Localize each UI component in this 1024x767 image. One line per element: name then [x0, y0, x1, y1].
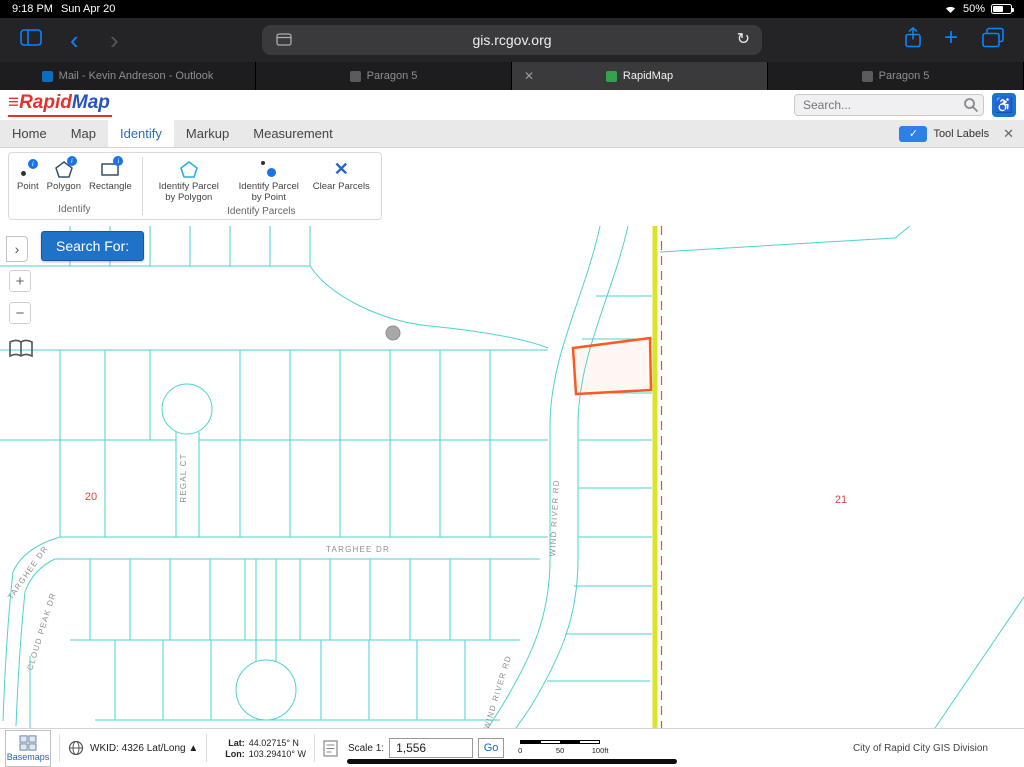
close-ribbon-icon[interactable]: ✕ — [1003, 120, 1014, 147]
tab-map[interactable]: Map — [59, 120, 108, 147]
tool-clear-parcels[interactable]: ✕ Clear Parcels — [309, 157, 374, 194]
section-label-20: 20 — [85, 491, 97, 503]
group-label-identify-parcels: Identify Parcels — [227, 205, 296, 217]
scale-bar: 0 50 100ft — [518, 737, 610, 759]
section-label-21: 21 — [835, 494, 847, 506]
tool-polygon[interactable]: i Polygon — [43, 156, 85, 194]
scale-input[interactable] — [389, 738, 474, 758]
tool-point[interactable]: i Point — [13, 157, 43, 194]
lat-value: 44.02715° N — [248, 737, 299, 748]
tab-measurement[interactable]: Measurement — [241, 120, 344, 147]
group-label-identify: Identify — [58, 204, 91, 215]
tool-identify-parcel-by-point[interactable]: Identify Parcel by Point — [229, 157, 309, 206]
rectangle-icon: i — [100, 156, 124, 179]
ribbon-group-identify-parcels: Identify Parcel by Polygon Identify Parc… — [145, 153, 378, 219]
paragon-favicon — [349, 70, 361, 82]
safari-toolbar: ‹ › gis.rcgov.org ↻ + — [0, 18, 1024, 62]
share-icon[interactable] — [904, 26, 922, 54]
polygon-icon: i — [54, 156, 77, 179]
wkid-text: WKID: 4326 Lat/Long ▲ — [90, 742, 199, 754]
forward-icon[interactable]: › — [110, 27, 119, 53]
street-label-targhee-dr: TARGHEE DR — [326, 545, 390, 554]
map-canvas[interactable]: REGAL CT TARGHEE DR TARGHEE DR CLOUD PEA… — [0, 226, 1024, 728]
panel-expand-icon[interactable]: › — [6, 236, 28, 262]
tab-home[interactable]: Home — [0, 120, 59, 147]
ipad-screen: 9:18 PM Sun Apr 20 50% ‹ › gis.rcgov.org… — [0, 0, 1024, 767]
search-for-button[interactable]: Search For: — [41, 231, 145, 261]
scale-label: Scale 1: — [347, 742, 385, 754]
tool-rectangle[interactable]: i Rectangle — [85, 156, 136, 194]
tool-labels-label: Tool Labels — [933, 127, 990, 140]
wkid-selector[interactable]: WKID: 4326 Lat/Long ▲ — [68, 740, 198, 756]
rapidmap-logo: ≡RapidMap — [8, 92, 112, 117]
tab-rapidmap[interactable]: ✕ RapidMap — [512, 62, 768, 90]
tab-paragon-2[interactable]: Paragon 5 — [768, 62, 1024, 90]
parcel-lines — [0, 226, 1024, 728]
street-label-regal-ct: REGAL CT — [179, 453, 188, 502]
attribution-text: City of Rapid City GIS Division — [852, 742, 988, 754]
home-indicator[interactable] — [347, 759, 677, 764]
reload-icon[interactable]: ↻ — [737, 29, 750, 49]
tab-paragon-1[interactable]: Paragon 5 — [256, 62, 512, 90]
lon-value: 103.29410° W — [248, 748, 306, 759]
ribbon-group-identify: i Point i Polygon i Rectangle Identify — [9, 153, 140, 219]
selected-parcel-outline[interactable] — [571, 336, 653, 396]
header-search — [794, 94, 984, 116]
tab-bar: Mail - Kevin Andreson - Outlook Paragon … — [0, 62, 1024, 90]
page-icon — [276, 33, 292, 51]
basemaps-grid-icon — [19, 734, 37, 751]
rapidmap-favicon — [605, 70, 617, 82]
status-bar: 9:18 PM Sun Apr 20 50% — [0, 0, 1024, 18]
zoom-in-button[interactable]: + — [9, 270, 31, 292]
menu-bar: Home Map Identify Markup Measurement ✓ T… — [0, 120, 1024, 148]
clock: 9:18 PM — [12, 3, 53, 15]
street-label-cloud-peak-dr: CLOUD PEAK DR — [25, 591, 57, 671]
date: Sun Apr 20 — [60, 3, 116, 15]
clear-parcels-icon: ✕ — [333, 159, 349, 179]
tab-outlook[interactable]: Mail - Kevin Andreson - Outlook — [0, 62, 256, 90]
new-tab-icon[interactable]: + — [944, 24, 958, 52]
go-button[interactable]: Go — [478, 738, 505, 758]
tool-labels-checkbox[interactable]: ✓ — [899, 126, 928, 142]
parcel-point-icon — [259, 159, 279, 179]
app-header: ≡RapidMap ♿ — [0, 90, 1024, 120]
back-icon[interactable]: ‹ — [70, 27, 79, 53]
tab-close-icon[interactable]: ✕ — [524, 69, 534, 83]
battery-icon — [991, 4, 1014, 14]
parcel-polygon-icon — [179, 159, 199, 179]
paragon-favicon — [861, 70, 873, 82]
sidebar-icon[interactable] — [20, 29, 42, 51]
tab-identify[interactable]: Identify — [107, 120, 174, 147]
url-text: gis.rcgov.org — [472, 32, 552, 48]
basemaps-button[interactable]: Basemaps — [5, 729, 51, 767]
ribbon-toolbar: i Point i Polygon i Rectangle Identify I… — [0, 148, 1024, 226]
outlook-favicon — [41, 70, 53, 82]
coordinates-readout: Lat: 44.02715° N Lon: 103.29410° W — [225, 737, 306, 759]
tabs-icon[interactable] — [982, 27, 1004, 53]
tab-markup[interactable]: Markup — [174, 120, 241, 147]
zoom-out-button[interactable]: − — [9, 302, 31, 324]
map-container[interactable]: REGAL CT TARGHEE DR TARGHEE DR CLOUD PEA… — [0, 226, 1024, 728]
search-icon[interactable] — [963, 97, 979, 118]
map-point-marker — [385, 325, 401, 341]
accessibility-icon[interactable]: ♿ — [992, 93, 1016, 117]
street-label-wind-river-rd-south: WIND RIVER RD — [482, 654, 513, 728]
address-bar[interactable]: gis.rcgov.org ↻ — [262, 25, 762, 55]
battery-percent: 50% — [962, 3, 985, 15]
wifi-icon — [945, 6, 955, 13]
map-sheet-icon — [323, 739, 338, 757]
tool-identify-parcel-by-polygon[interactable]: Identify Parcel by Polygon — [149, 157, 229, 206]
globe-icon — [68, 740, 84, 756]
search-input[interactable] — [794, 94, 984, 116]
point-icon: i — [18, 159, 38, 179]
bookmarks-icon[interactable] — [7, 338, 34, 361]
